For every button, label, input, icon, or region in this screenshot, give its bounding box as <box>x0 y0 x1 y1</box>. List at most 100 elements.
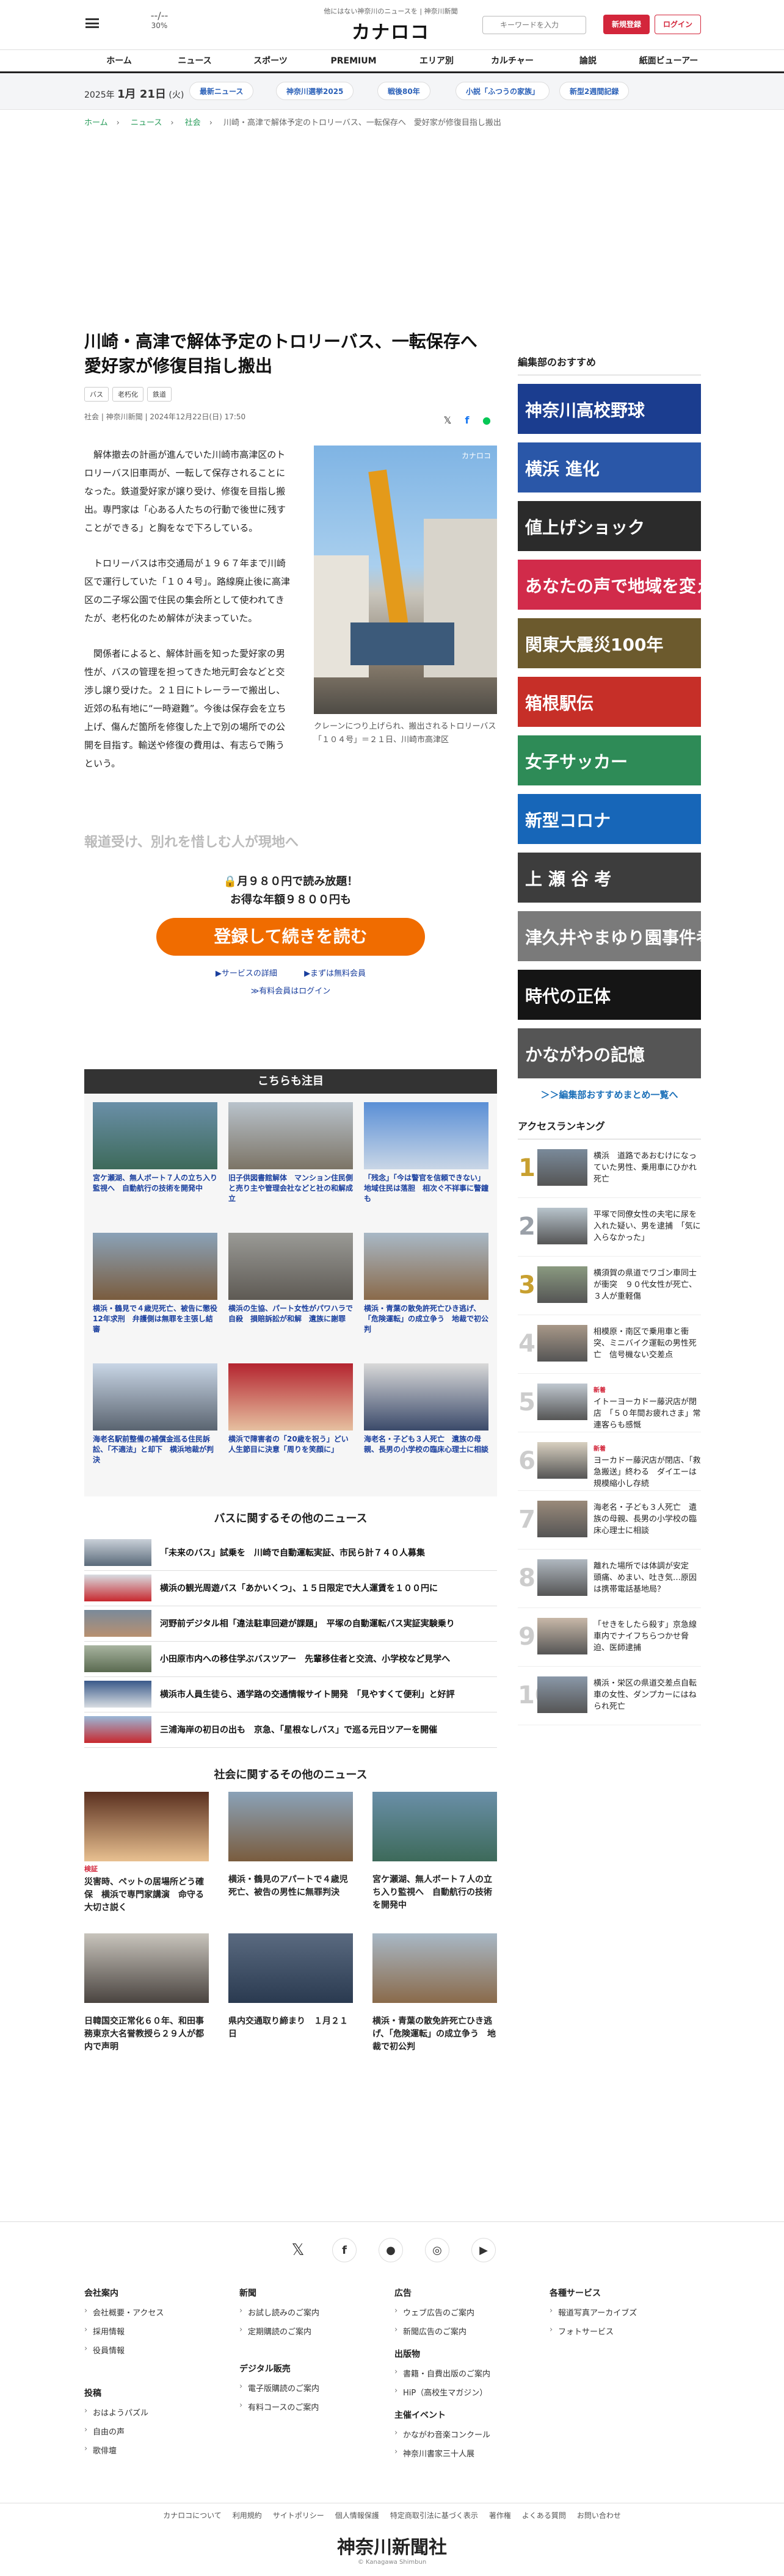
society-item[interactable]: 県内交通取り締まり １月２１日 <box>228 1933 353 2041</box>
search-input[interactable] <box>482 16 586 34</box>
footer-bar-link[interactable]: 特定商取引法に基づく表示 <box>390 2511 478 2520</box>
keyword-tag[interactable]: 鉄道 <box>147 387 172 402</box>
breadcrumb-society[interactable]: 社会 <box>185 118 201 128</box>
ranking-item[interactable]: 2 平塚で同僚女性の夫宅に尿を入れた疑い、男を逮捕 「気に入らなかった」 <box>518 1198 701 1257</box>
footer-link[interactable]: 自由の声 <box>84 2425 231 2437</box>
nav-culture[interactable]: カルチャー <box>479 50 546 72</box>
society-item[interactable]: 横浜・青葉の散免許死亡ひき逃げ、「危険運転」の成立争う 地裁で初公判 <box>372 1933 497 2054</box>
featured-item[interactable]: 宮ケ瀬湖、無人ボート７人の立ち入り監視へ 自動航行の技術を開発中 <box>93 1102 217 1194</box>
footer-link[interactable]: かながわ音楽コンクール <box>394 2428 541 2440</box>
footer-bar-link[interactable]: よくある質問 <box>522 2511 566 2520</box>
topic-tag[interactable]: 神奈川選挙2025 <box>276 82 354 100</box>
menu-icon[interactable] <box>85 18 99 28</box>
society-item[interactable]: 検証 災害時、ペットの居場所どう確保 横浜で専門家講演 命守る大切さ説く <box>84 1792 209 1914</box>
ranking-item[interactable]: 1 横浜 道路であおむけになっていた男性、乗用車にひかれ死亡 <box>518 1139 701 1198</box>
nav-sports[interactable]: スポーツ <box>237 50 304 72</box>
x-icon[interactable]: 𝕏 <box>286 2238 310 2262</box>
recommend-banner[interactable]: 関東大震災100年 <box>518 618 701 668</box>
recommend-banner[interactable]: 津久井やまゆり園事件考 <box>518 911 701 961</box>
featured-item[interactable]: 「残念」「今は警官を信頼できない」地域住民は落胆 相次ぐ不祥事に警鐘も <box>364 1102 488 1204</box>
breadcrumb-home[interactable]: ホーム <box>84 118 108 128</box>
free-member-link[interactable]: ▶まずは無料会員 <box>304 969 366 978</box>
footer-link[interactable]: フォトサービス <box>550 2325 696 2337</box>
list-item[interactable]: 河野前デジタル相「違法駐車回避が課題」 平塚の自動運転バス実証実験乗り <box>84 1606 497 1642</box>
nav-viewer[interactable]: 紙面ビューアー <box>629 50 708 72</box>
recommend-banner[interactable]: 時代の正体 <box>518 970 701 1020</box>
nav-premium[interactable]: PREMIUM <box>320 50 387 72</box>
recommend-banner[interactable]: 箱根駅伝 <box>518 677 701 727</box>
ranking-item[interactable]: 4 相模原・南区で乗用車と衝突、ミニバイク運転の男性死亡 信号機ない交差点 <box>518 1315 701 1374</box>
keyword-tag[interactable]: 老朽化 <box>112 387 143 402</box>
footer-link[interactable]: ウェブ広告のご案内 <box>394 2306 541 2318</box>
footer-bar-link[interactable]: 著作権 <box>489 2511 511 2520</box>
register-button[interactable]: 新規登録 <box>603 15 650 34</box>
footer-link[interactable]: おはようパズル <box>84 2406 231 2418</box>
footer-link[interactable]: 新聞広告のご案内 <box>394 2325 541 2337</box>
list-item[interactable]: 小田原市内への移住学ぶバスツアー 先輩移住者と交流、小学校など見学へ <box>84 1642 497 1677</box>
topic-tag[interactable]: 戦後80年 <box>377 82 430 100</box>
featured-item[interactable]: 横浜・青葉の散免許死亡ひき逃げ、「危険運転」の成立争う 地裁で初公判 <box>364 1233 488 1335</box>
recommend-banner[interactable]: 神奈川高校野球 <box>518 384 701 434</box>
x-icon[interactable]: 𝕏 <box>441 414 454 427</box>
nav-area[interactable]: エリア別 <box>403 50 470 72</box>
article-photo[interactable]: カナロコ <box>314 446 497 714</box>
recommend-banner[interactable]: あなたの声で地域を変えよう <box>518 560 701 610</box>
ranking-item[interactable]: 9 「せきをしたら殺す」京急線車内でナイフちらつかせ脅迫、医師逮捕 <box>518 1608 701 1667</box>
footer-bar-link[interactable]: カナロコについて <box>163 2511 222 2520</box>
recommend-banner[interactable]: 横浜 進化 <box>518 442 701 492</box>
recommend-banner[interactable]: 新型コロナ <box>518 794 701 844</box>
subscribe-button[interactable]: 登録して続きを読む <box>156 918 425 956</box>
footer-link[interactable]: HiP（高校生マガジン） <box>394 2386 541 2398</box>
featured-item[interactable]: 海老名駅前整備の補償金巡る住民訴訟、「不適法」と却下 横浜地裁が判決 <box>93 1363 217 1465</box>
topic-tag[interactable]: 小説「ふつうの家族」 <box>456 82 550 100</box>
line-icon[interactable]: ● <box>480 414 493 427</box>
society-item[interactable]: 宮ケ瀬湖、無人ボート７人の立ち入り監視へ 自動航行の技術を開発中 <box>372 1792 497 1912</box>
ranking-item[interactable]: 8 離れた場所では体調が安定 頭痛、めまい、吐き気…原因は携帯電話基地局？ <box>518 1550 701 1608</box>
instagram-icon[interactable]: ◎ <box>425 2238 449 2262</box>
footer-link[interactable]: 報道写真アーカイブズ <box>550 2306 696 2318</box>
footer-link[interactable]: 役員情報 <box>84 2344 231 2356</box>
list-item[interactable]: 「未来のバス」試乗を 川崎で自動運転実証、市民ら計７４０人募集 <box>84 1535 497 1571</box>
featured-item[interactable]: 旧子供図書館解体 マンション住民側と売り主や管理会社などと社の和解成立 <box>228 1102 353 1204</box>
keyword-tag[interactable]: バス <box>84 387 109 402</box>
society-item[interactable]: 日韓国交正常化６０年、和田事務東京大名誉教授ら２９人が都内で声明 <box>84 1933 209 2054</box>
list-item[interactable]: 横浜の観光周遊バス「あかいくつ」、１５日限定で大人運賃を１００円に <box>84 1571 497 1606</box>
footer-link[interactable]: 会社概要・アクセス <box>84 2306 231 2318</box>
login-button[interactable]: ログイン <box>655 15 701 34</box>
facebook-icon[interactable]: f <box>332 2238 357 2262</box>
footer-bar-link[interactable]: お問い合わせ <box>577 2511 621 2520</box>
line-icon[interactable]: ● <box>379 2238 403 2262</box>
youtube-icon[interactable]: ▶ <box>471 2238 496 2262</box>
recommend-banner[interactable]: 値上げショック <box>518 501 701 551</box>
footer-link[interactable]: 有料コースのご案内 <box>239 2401 386 2412</box>
society-item[interactable]: 横浜・鶴見のアパートで４歳児死亡、被告の男性に無罪判決 <box>228 1792 353 1899</box>
facebook-icon[interactable]: f <box>460 414 474 427</box>
footer-link[interactable]: 歌俳壇 <box>84 2444 231 2456</box>
footer-link[interactable]: 採用情報 <box>84 2325 231 2337</box>
ranking-item[interactable]: 7 海老名・子ども３人死亡 遺族の母親、長男の小学校の臨床心理士に相談 <box>518 1491 701 1550</box>
paid-login-link[interactable]: ≫有料会員はログイン <box>84 984 497 996</box>
featured-item[interactable]: 横浜で障害者の「20歳を祝う」どい 人生節目に決意「周りを笑顔に」 <box>228 1363 356 1455</box>
ranking-item[interactable]: 5 新着 イトーヨーカドー藤沢店が閉店 「５０年間お疲れさま」常連客らも感慨 <box>518 1374 701 1432</box>
footer-bar-link[interactable]: 利用規約 <box>233 2511 262 2520</box>
footer-bar-link[interactable]: サイトポリシー <box>273 2511 324 2520</box>
nav-home[interactable]: ホーム <box>85 50 153 72</box>
nav-editorial[interactable]: 論説 <box>554 50 622 72</box>
footer-link[interactable]: 書籍・自費出版のご案内 <box>394 2367 541 2379</box>
featured-item[interactable]: 横浜・鶴見で４歳児死亡、被告に懲役12年求刑 弁護側は無罪を主張し結審 <box>93 1233 217 1335</box>
ranking-item[interactable]: 3 横須賀の県道でワゴン車同士が衝突 ９０代女性が死亡、３人が重軽傷 <box>518 1257 701 1315</box>
footer-link[interactable]: 電子版購読のご案内 <box>239 2382 386 2394</box>
footer-link[interactable]: お試し読みのご案内 <box>239 2306 386 2318</box>
ranking-item[interactable]: 10 横浜・栄区の県道交差点自転車の女性、ダンプカーにはねられ死亡 <box>518 1667 701 1725</box>
topic-tag[interactable]: 最新ニュース <box>189 82 254 100</box>
list-item[interactable]: 三浦海岸の初日の出も 京急、「星根なしバス」で巡る元日ツアーを開催 <box>84 1712 497 1748</box>
breadcrumb-news[interactable]: ニュース <box>131 118 162 128</box>
recommend-more-link[interactable]: ＞＞編集部おすすめまとめ一覧へ <box>518 1088 701 1101</box>
nav-news[interactable]: ニュース <box>161 50 228 72</box>
list-item[interactable]: 横浜市人員生徒ら、通学路の交通情報サイト開発 「見やすくて便利」と好評 <box>84 1677 497 1712</box>
featured-item[interactable]: 海老名・子ども３人死亡 遺族の母親、長男の小学校の臨床心理士に相談 <box>364 1363 488 1455</box>
recommend-banner[interactable]: 上 瀬 谷 考 <box>518 853 701 903</box>
footer-bar-link[interactable]: 個人情報保護 <box>335 2511 379 2520</box>
topic-tag[interactable]: 新型2週間記録 <box>559 82 630 100</box>
footer-link[interactable]: 定期購読のご案内 <box>239 2325 386 2337</box>
